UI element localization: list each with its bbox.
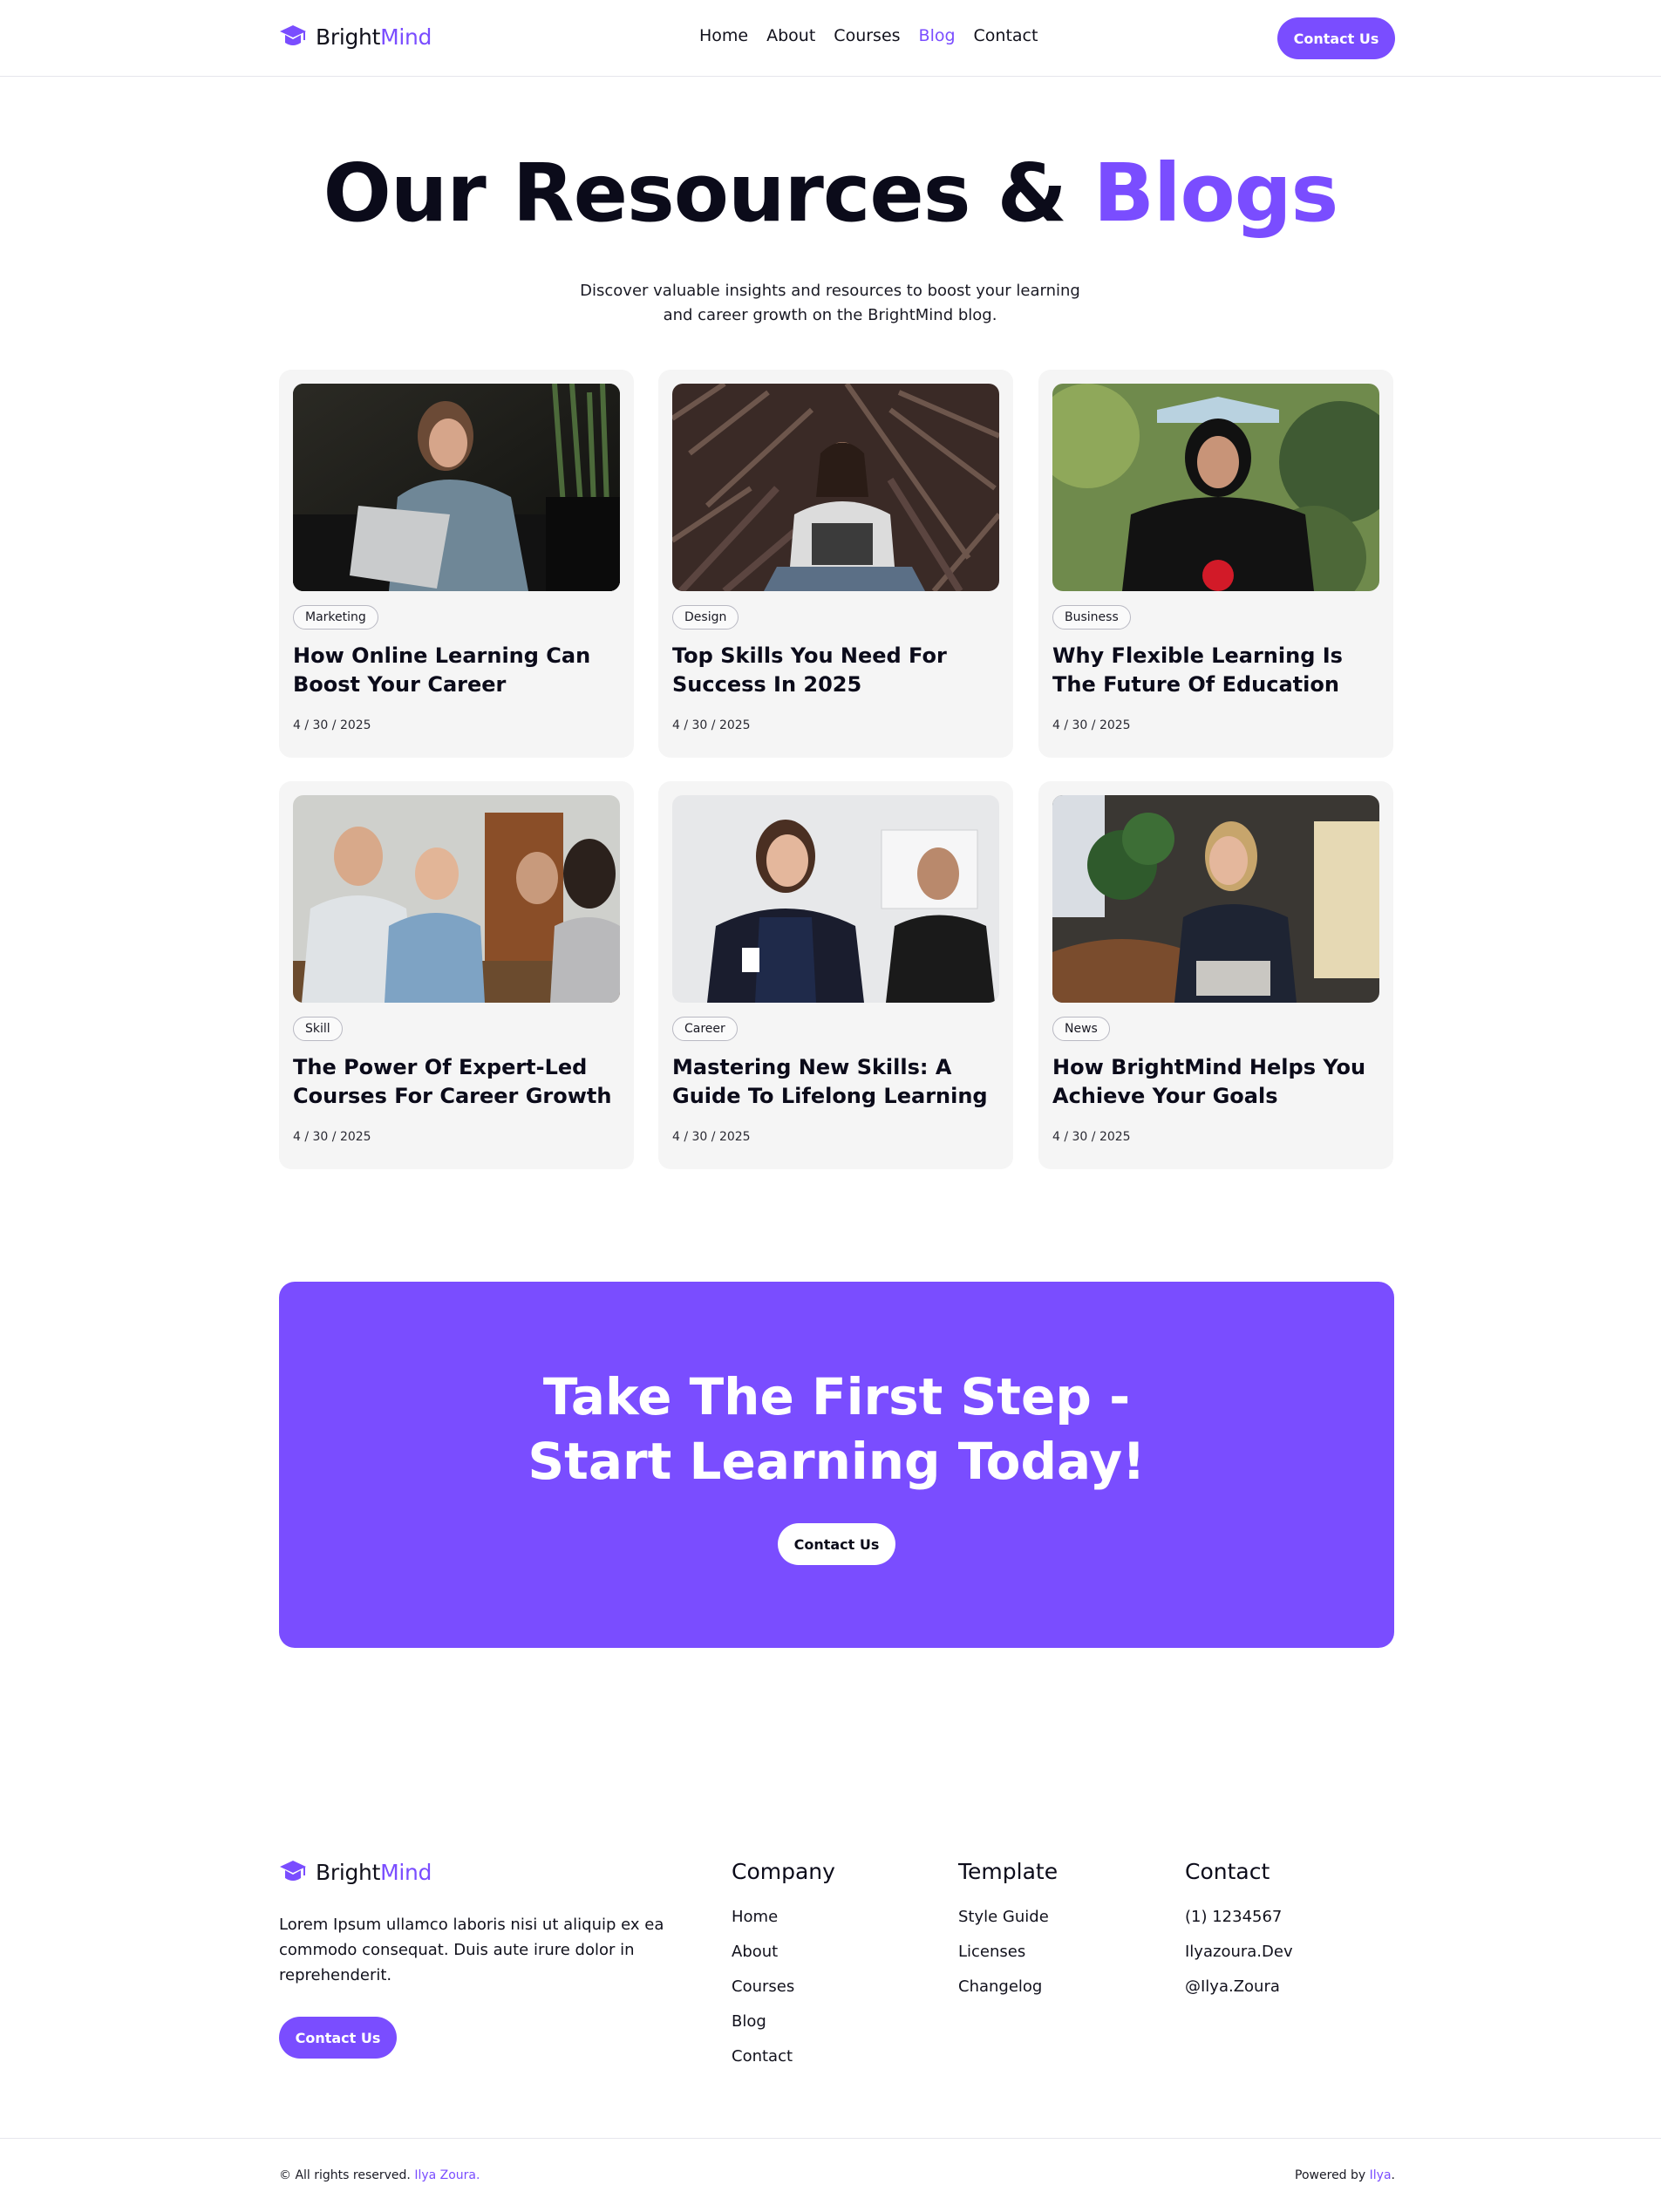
footer-description: Lorem Ipsum ullamco laboris nisi ut aliq…: [279, 1916, 664, 1984]
blog-card-tag[interactable]: Marketing: [293, 605, 378, 630]
blog-card-image: [293, 384, 620, 591]
footer-link-blog[interactable]: Blog: [732, 2004, 835, 2039]
blog-card-tag[interactable]: Career: [672, 1017, 738, 1041]
page-subtitle-line1: Discover valuable insights and resources…: [580, 282, 1080, 300]
cta-title-line1: Take The First Step -: [542, 1367, 1131, 1426]
footer-contact-button[interactable]: Contact Us: [279, 2017, 397, 2059]
footer-link-courses[interactable]: Courses: [732, 1970, 835, 2004]
blog-card[interactable]: Marketing How Online Learning Can Boost …: [279, 370, 634, 758]
blog-card[interactable]: Business Why Flexible Learning Is The Fu…: [1038, 370, 1393, 758]
graduation-cap-icon: [279, 24, 307, 50]
blog-card[interactable]: News How BrightMind Helps You Achieve Yo…: [1038, 781, 1393, 1169]
footer-column-heading: Contact: [1185, 1859, 1270, 1884]
footer-bottom-bar: © All rights reserved. Ilya Zoura. Power…: [0, 2138, 1661, 2212]
blog-card-image: [672, 795, 999, 1003]
blog-card-title[interactable]: Why Flexible Learning Is The Future Of E…: [1052, 642, 1384, 699]
blog-card-date: 4 / 30 / 2025: [672, 718, 751, 732]
footer-link-about[interactable]: About: [732, 1935, 835, 1970]
copyright-link[interactable]: Ilya Zoura.: [414, 2168, 480, 2182]
footer-link-style-guide[interactable]: Style Guide: [958, 1900, 1058, 1935]
blog-card-date: 4 / 30 / 2025: [293, 1130, 371, 1144]
brand-name-part2: Mind: [380, 24, 432, 50]
page-subtitle: Discover valuable insights and resources…: [568, 279, 1092, 328]
footer-column-heading: Template: [958, 1859, 1059, 1884]
footer-phone[interactable]: (1) 1234567: [1185, 1900, 1293, 1935]
nav-link-about[interactable]: About: [766, 26, 815, 45]
blog-card-title[interactable]: How Online Learning Can Boost Your Caree…: [293, 642, 624, 699]
nav-link-contact[interactable]: Contact: [974, 26, 1038, 45]
blog-card-date: 4 / 30 / 2025: [293, 718, 371, 732]
footer-brand-name-part1: Bright: [316, 1859, 381, 1885]
footer-website[interactable]: Ilyazoura.Dev: [1185, 1935, 1293, 1970]
blog-card[interactable]: Skill The Power Of Expert-Led Courses Fo…: [279, 781, 634, 1169]
brand-name-part1: Bright: [316, 24, 381, 50]
footer-column-heading: Company: [732, 1859, 835, 1884]
blog-card-date: 4 / 30 / 2025: [672, 1130, 751, 1144]
footer-handle[interactable]: @Ilya.Zoura: [1185, 1970, 1293, 2004]
blog-card[interactable]: Design Top Skills You Need For Success I…: [658, 370, 1013, 758]
powered-by-end: .: [1391, 2168, 1395, 2182]
blog-card-image: [293, 795, 620, 1003]
blog-card-tag[interactable]: Business: [1052, 605, 1131, 630]
brand-logo[interactable]: BrightMind: [279, 24, 432, 50]
blog-card[interactable]: Career Mastering New Skills: A Guide To …: [658, 781, 1013, 1169]
powered-by: Powered by Ilya.: [1295, 2168, 1395, 2182]
blog-card-image: [1052, 384, 1379, 591]
nav-link-courses[interactable]: Courses: [834, 26, 900, 45]
footer-brand-logo[interactable]: BrightMind: [279, 1859, 432, 1885]
blog-card-image: [672, 384, 999, 591]
blog-card-title[interactable]: How BrightMind Helps You Achieve Your Go…: [1052, 1053, 1384, 1111]
page-title-accent: Blogs: [1093, 146, 1338, 240]
powered-by-text: Powered by: [1295, 2168, 1366, 2182]
blog-card-image: [1052, 795, 1379, 1003]
graduation-cap-icon: [279, 1859, 307, 1885]
blog-card-tag[interactable]: Skill: [293, 1017, 343, 1041]
top-navbar: BrightMind Home About Courses Blog Conta…: [0, 0, 1661, 77]
footer-link-contact[interactable]: Contact: [732, 2039, 835, 2074]
footer-brand-name-part2: Mind: [380, 1859, 432, 1885]
blog-card-date: 4 / 30 / 2025: [1052, 718, 1131, 732]
powered-by-link[interactable]: Ilya: [1370, 2168, 1392, 2182]
nav-link-blog[interactable]: Blog: [919, 26, 956, 45]
page-title: Our Resources & Blogs: [0, 146, 1661, 240]
nav-contact-button[interactable]: Contact Us: [1277, 17, 1395, 59]
cta-title: Take The First Step - Start Learning Toda…: [279, 1365, 1394, 1494]
nav-link-home[interactable]: Home: [699, 26, 748, 45]
nav-links: Home About Courses Blog Contact: [699, 26, 1038, 45]
footer-link-changelog[interactable]: Changelog: [958, 1970, 1058, 2004]
copyright-text: © All rights reserved.: [279, 2168, 411, 2182]
footer-link-home[interactable]: Home: [732, 1900, 835, 1935]
blog-card-title[interactable]: Mastering New Skills: A Guide To Lifelon…: [672, 1053, 1004, 1111]
footer-column-contact: Contact (1) 1234567 Ilyazoura.Dev @Ilya.…: [1185, 1859, 1293, 2004]
footer-column-company: Company Home About Courses Blog Contact: [732, 1859, 835, 2074]
page-title-main: Our Resources &: [323, 146, 1093, 240]
cta-banner: Take The First Step - Start Learning Toda…: [279, 1282, 1394, 1648]
blog-card-tag[interactable]: News: [1052, 1017, 1110, 1041]
footer-column-template: Template Style Guide Licenses Changelog: [958, 1859, 1058, 2004]
page-subtitle-line2: and career growth on the BrightMind blog…: [663, 306, 997, 324]
cta-title-line2: Start Learning Today!: [528, 1432, 1146, 1491]
blog-card-tag[interactable]: Design: [672, 605, 739, 630]
blog-card-title[interactable]: Top Skills You Need For Success In 2025: [672, 642, 1004, 699]
cta-contact-button[interactable]: Contact Us: [778, 1523, 895, 1565]
blog-card-date: 4 / 30 / 2025: [1052, 1130, 1131, 1144]
footer-link-licenses[interactable]: Licenses: [958, 1935, 1058, 1970]
copyright: © All rights reserved. Ilya Zoura.: [279, 2168, 480, 2182]
blog-card-title[interactable]: The Power Of Expert-Led Courses For Care…: [293, 1053, 624, 1111]
